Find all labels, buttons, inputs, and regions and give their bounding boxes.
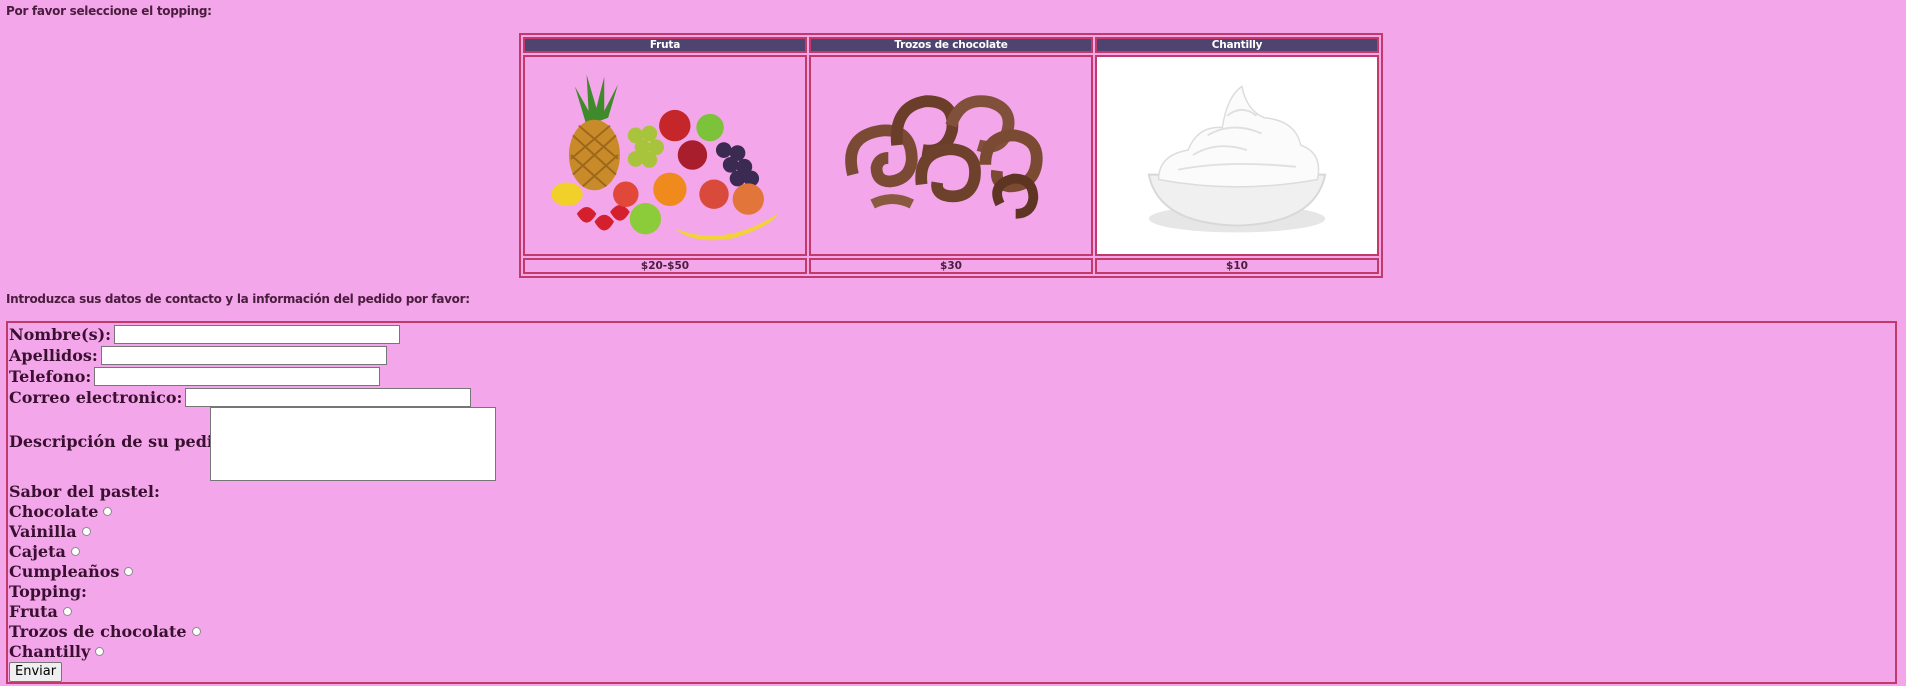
topping-table: Fruta Trozos de chocolate Chantilly $20-… [519,33,1383,278]
topping-instruction: Por favor seleccione el topping: [6,4,212,18]
topping-trozos-radio[interactable] [191,627,201,636]
chocolate-image-cell [809,55,1093,256]
header-chantilly: Chantilly [1095,37,1379,54]
topping-heading: Topping: [9,581,87,602]
correo-label: Correo electronico: [9,387,183,407]
sabor-cajeta-label: Cajeta [9,541,66,561]
chocolate-curls-image [845,95,1043,220]
topping-label: Topping: [9,581,87,601]
sabor-cajeta-radio[interactable] [70,547,80,556]
sabor-option-cumpleanos[interactable]: Cumpleaños [9,561,134,582]
sabor-option-vainilla[interactable]: Vainilla [9,521,91,542]
topping-chantilly-radio[interactable] [95,647,105,656]
apellidos-row: Apellidos: [9,345,387,366]
sabor-vainilla-label: Vainilla [9,521,77,541]
topping-option-chantilly[interactable]: Chantilly [9,641,105,662]
fruit-image [551,75,778,241]
price-chantilly: $10 [1095,257,1379,274]
topping-trozos-label: Trozos de chocolate [9,621,187,641]
telefono-label: Telefono: [9,366,92,386]
sabor-chocolate-label: Chocolate [9,501,99,521]
sabor-chocolate-radio[interactable] [103,507,113,516]
apellidos-label: Apellidos: [9,345,98,365]
nombre-label: Nombre(s): [9,324,112,344]
descripcion-textarea[interactable] [210,407,496,481]
topping-option-trozos[interactable]: Trozos de chocolate [9,621,201,642]
price-fruta: $20-$50 [523,257,807,274]
descripcion-row: Descripción de su pedido: [9,431,241,452]
topping-fruta-label: Fruta [9,601,58,621]
sabor-cumpleanos-radio[interactable] [124,567,134,576]
sabor-label: Sabor del pastel: [9,481,160,501]
correo-input[interactable] [185,388,472,407]
header-fruta: Fruta [523,37,807,54]
fruit-image-cell [523,55,807,256]
contact-instruction: Introduzca sus datos de contacto y la in… [6,292,470,306]
whipped-cream-image [1099,57,1375,254]
sabor-option-chocolate[interactable]: Chocolate [9,501,113,522]
cream-image-cell [1095,55,1379,256]
sabor-vainilla-radio[interactable] [81,527,91,536]
order-form: Nombre(s): Apellidos: Telefono: Correo e… [6,321,1897,684]
nombre-input[interactable] [114,325,401,344]
topping-chantilly-label: Chantilly [9,641,91,661]
descripcion-label: Descripción de su pedido: [9,431,241,451]
telefono-input[interactable] [94,367,381,386]
sabor-cumpleanos-label: Cumpleaños [9,561,120,581]
correo-row: Correo electronico: [9,387,472,408]
apellidos-input[interactable] [100,346,387,365]
header-trozos-chocolate: Trozos de chocolate [809,37,1093,54]
topping-fruta-radio[interactable] [62,607,72,616]
enviar-button[interactable]: Enviar [9,662,63,682]
sabor-heading: Sabor del pastel: [9,481,160,502]
topping-option-fruta[interactable]: Fruta [9,601,72,622]
nombre-row: Nombre(s): [9,324,401,345]
price-trozos-chocolate: $30 [809,257,1093,274]
sabor-option-cajeta[interactable]: Cajeta [9,541,80,562]
telefono-row: Telefono: [9,366,381,387]
